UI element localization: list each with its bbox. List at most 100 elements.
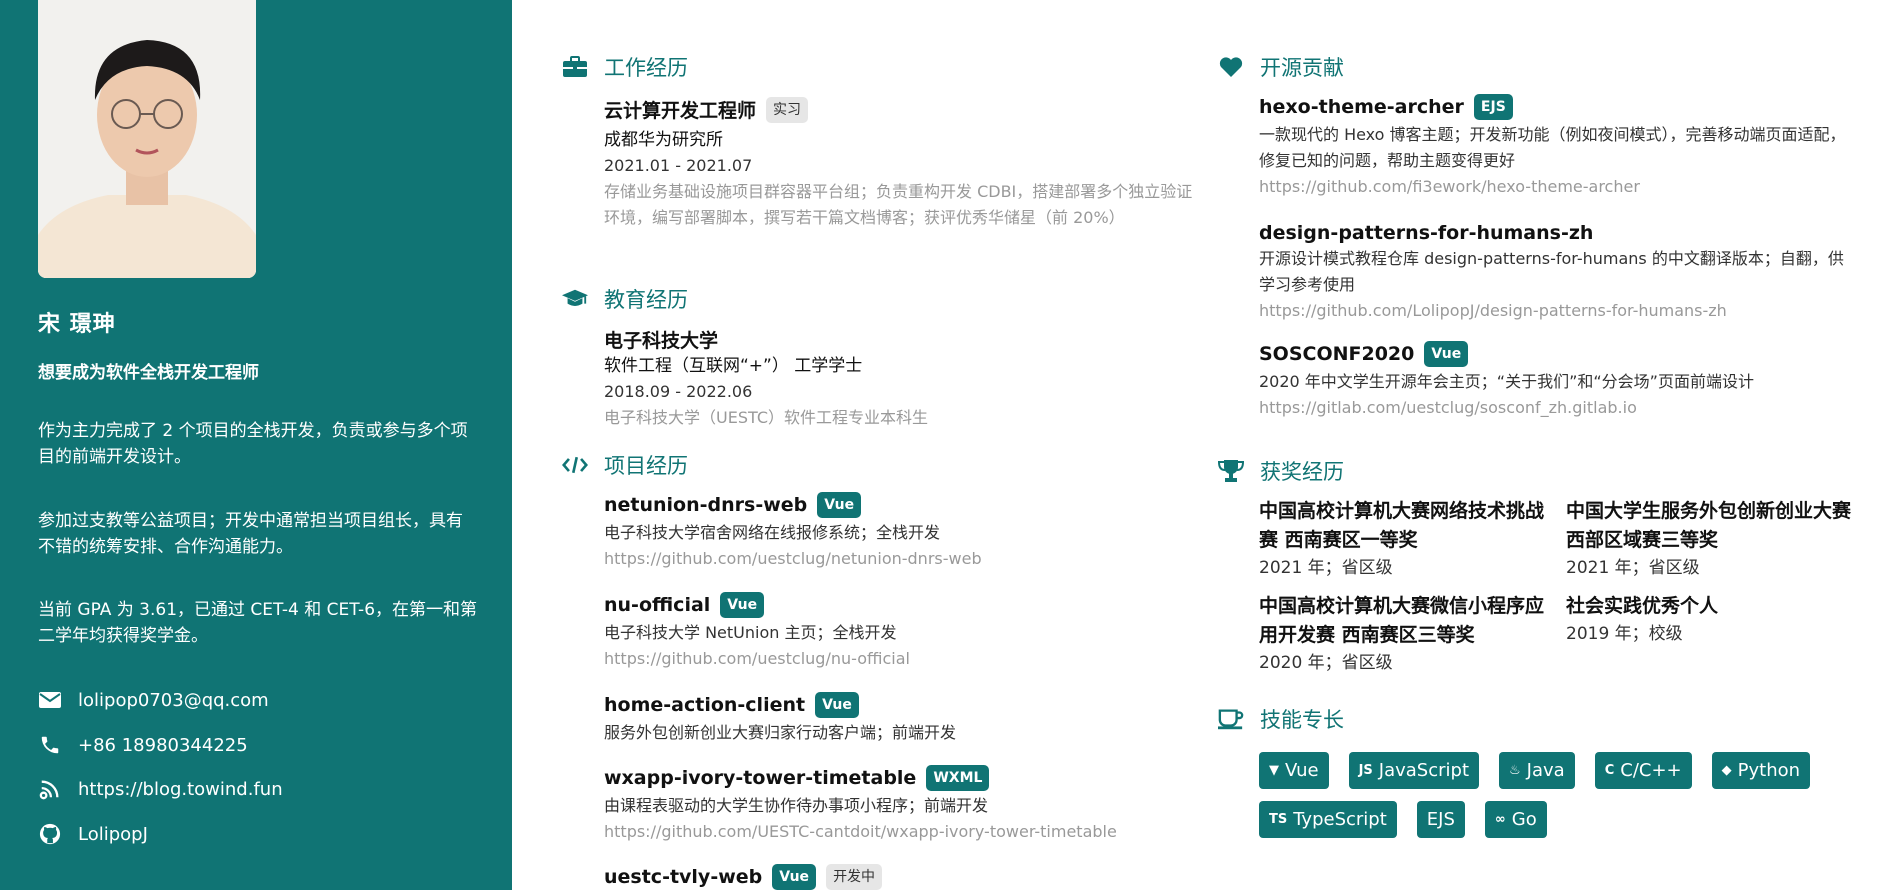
project-link[interactable]: https://github.com/uestclug/nu-official (604, 646, 1194, 672)
work-period: 2021.01 - 2021.07 (604, 156, 753, 175)
project-item: netunion-dnrs-web Vue 电子科技大学宿舍网络在线报修系统；全栈… (604, 492, 1194, 572)
project-badge: Vue (817, 492, 862, 518)
skill-badge: JS JavaScript (1348, 752, 1480, 789)
opensource-link[interactable]: https://github.com/fi3ework/hexo-theme-a… (1259, 174, 1859, 200)
skill-badge: ∞ Go (1484, 801, 1547, 838)
opensource-item: SOSCONF2020 Vue 2020 年中文学生开源年会主页；“关于我们”和“… (1259, 341, 1859, 421)
education-desc: 电子科技大学（UESTC）软件工程专业本科生 (604, 408, 928, 427)
briefcase-icon (562, 54, 588, 80)
typescript-icon: TS (1269, 812, 1288, 827)
section-heading-education: 教育经历 (562, 284, 688, 314)
work-desc: 存储业务基础设施项目群容器平台组；负责重构开发 CDBI，搭建部署多个独立验证环… (604, 182, 1193, 227)
award-title: 中国高校计算机大赛微信小程序应用开发赛 西南赛区三等奖 (1259, 595, 1545, 646)
award-item: 社会实践优秀个人 2019 年；校级 (1566, 592, 1856, 647)
project-item: wxapp-ivory-tower-timetable WXML 由课程表驱动的大… (604, 765, 1194, 845)
project-desc: 由课程表驱动的大学生协作待办事项小程序；前端开发 (604, 796, 989, 815)
project-desc: 电子科技大学 NetUnion 主页；全栈开发 (604, 623, 897, 642)
contact-github[interactable]: LolipopJ (38, 822, 148, 846)
education-school: 电子科技大学 (604, 330, 719, 352)
work-title: 云计算开发工程师 (604, 100, 757, 122)
section-heading-opensource: 开源贡献 (1218, 52, 1344, 82)
award-title: 中国大学生服务外包创新创业大赛 西部区域赛三等奖 (1566, 500, 1852, 551)
project-badge: Vue (720, 592, 765, 618)
skill-badge: ◆ Python (1711, 752, 1811, 789)
python-icon: ◆ (1721, 763, 1732, 778)
award-item: 中国高校计算机大赛网络技术挑战赛 西南赛区一等奖 2021 年；省区级 (1259, 497, 1549, 581)
go-icon: ∞ (1494, 812, 1506, 827)
work-item: 云计算开发工程师 实习 成都华为研究所 2021.01 - 2021.07 存储业… (604, 96, 1194, 231)
skill-badge: TS TypeScript (1259, 801, 1397, 838)
project-item: uestc-tvly-web Vue 开发中 (604, 864, 1194, 890)
award-sub: 2021 年；省区级 (1566, 558, 1700, 578)
education-item: 电子科技大学 软件工程（互联网“+”） 工学学士 2018.09 - 2022.… (604, 326, 1194, 431)
project-link[interactable]: https://github.com/uestclug/netunion-dnr… (604, 546, 1194, 572)
opensource-badge: EJS (1473, 94, 1513, 120)
avatar (38, 0, 256, 278)
project-name: home-action-client (604, 694, 806, 716)
profile-paragraph: 当前 GPA 为 3.61，已通过 CET-4 和 CET-6，在第一和第二学年… (38, 600, 478, 646)
project-desc: 电子科技大学宿舍网络在线报修系统；全栈开发 (604, 523, 941, 542)
contact-phone-text: +86 18980344225 (78, 734, 248, 756)
education-degree: 软件工程（互联网“+”） 工学学士 (604, 356, 863, 376)
section-title: 工作经历 (604, 56, 688, 80)
opensource-desc: 开源设计模式教程仓库 design-patterns-for-humans 的中… (1259, 249, 1844, 294)
contact-email-text: lolipop0703@qq.com (78, 689, 269, 711)
project-item: home-action-client Vue 服务外包创新创业大赛归家行动客户端；… (604, 692, 1194, 746)
project-link[interactable]: https://github.com/UESTC-cantdoit/wxapp-… (604, 819, 1194, 845)
award-item: 中国高校计算机大赛微信小程序应用开发赛 西南赛区三等奖 2020 年；省区级 (1259, 592, 1549, 676)
profile-name: 宋 璟珅 (38, 312, 116, 337)
work-badge: 实习 (766, 96, 809, 123)
graduation-cap-icon (562, 286, 588, 312)
code-icon (562, 452, 588, 478)
blog-icon (38, 777, 62, 801)
project-desc: 服务外包创新创业大赛归家行动客户端；前端开发 (604, 723, 957, 742)
section-heading-awards: 获奖经历 (1218, 456, 1344, 486)
project-status-badge: 开发中 (826, 864, 883, 890)
vue-icon: ▼ (1269, 763, 1279, 778)
opensource-link[interactable]: https://github.com/LolipopJ/design-patte… (1259, 298, 1859, 324)
work-company: 成都华为研究所 (604, 130, 723, 150)
award-sub: 2019 年；校级 (1566, 624, 1683, 644)
opensource-badge: Vue (1424, 341, 1469, 367)
contact-email[interactable]: lolipop0703@qq.com (38, 688, 269, 712)
contact-phone[interactable]: +86 18980344225 (38, 733, 248, 757)
contact-blog-text: https://blog.towind.fun (78, 778, 283, 800)
opensource-name: design-patterns-for-humans-zh (1259, 222, 1594, 244)
project-badge: WXML (926, 765, 990, 791)
skill-badge: C C/C++ (1594, 752, 1692, 789)
project-name: wxapp-ivory-tower-timetable (604, 767, 917, 789)
section-title: 开源贡献 (1260, 56, 1344, 80)
skill-badge: EJS (1416, 801, 1465, 838)
opensource-item: design-patterns-for-humans-zh 开源设计模式教程仓库… (1259, 222, 1859, 324)
contact-blog[interactable]: https://blog.towind.fun (38, 777, 283, 801)
opensource-name: SOSCONF2020 (1259, 343, 1415, 365)
profile-paragraph: 参加过支教等公益项目；开发中通常担当项目组长，具有不错的统筹安排、合作沟通能力。 (38, 511, 463, 557)
profile-motto: 想要成为软件全栈开发工程师 (38, 363, 259, 383)
skill-badge: ▼ Vue (1259, 752, 1329, 789)
award-item: 中国大学生服务外包创新创业大赛 西部区域赛三等奖 2021 年；省区级 (1566, 497, 1856, 581)
opensource-name: hexo-theme-archer (1259, 96, 1464, 118)
section-title: 教育经历 (604, 288, 688, 312)
section-title: 获奖经历 (1260, 460, 1344, 484)
award-title: 社会实践优秀个人 (1566, 595, 1719, 617)
section-title: 技能专长 (1260, 708, 1344, 732)
project-badge: Vue (815, 692, 859, 718)
phone-icon (38, 733, 62, 757)
award-sub: 2020 年；省区级 (1259, 653, 1393, 673)
heart-icon (1218, 54, 1244, 80)
javascript-icon: JS (1358, 763, 1373, 778)
opensource-item: hexo-theme-archer EJS 一款现代的 Hexo 博客主题；开发新… (1259, 94, 1859, 200)
envelope-icon (38, 688, 62, 712)
award-sub: 2021 年；省区级 (1259, 558, 1393, 578)
section-heading-projects: 项目经历 (562, 450, 688, 480)
section-heading-work: 工作经历 (562, 52, 688, 82)
opensource-link[interactable]: https://gitlab.com/uestclug/sosconf_zh.g… (1259, 395, 1859, 421)
contact-github-text: LolipopJ (78, 823, 148, 845)
project-item: nu-official Vue 电子科技大学 NetUnion 主页；全栈开发 h… (604, 592, 1194, 672)
section-title: 项目经历 (604, 454, 688, 478)
project-name: netunion-dnrs-web (604, 494, 808, 516)
skills-list: ▼ Vue JS JavaScript ♨ Java C C/C++ ◆ Python T… (1259, 752, 1859, 838)
skill-badge: ♨ Java (1499, 752, 1575, 789)
trophy-icon (1218, 458, 1244, 484)
profile-paragraph: 作为主力完成了 2 个项目的全栈开发，负责或参与多个项目的前端开发设计。 (38, 421, 468, 467)
